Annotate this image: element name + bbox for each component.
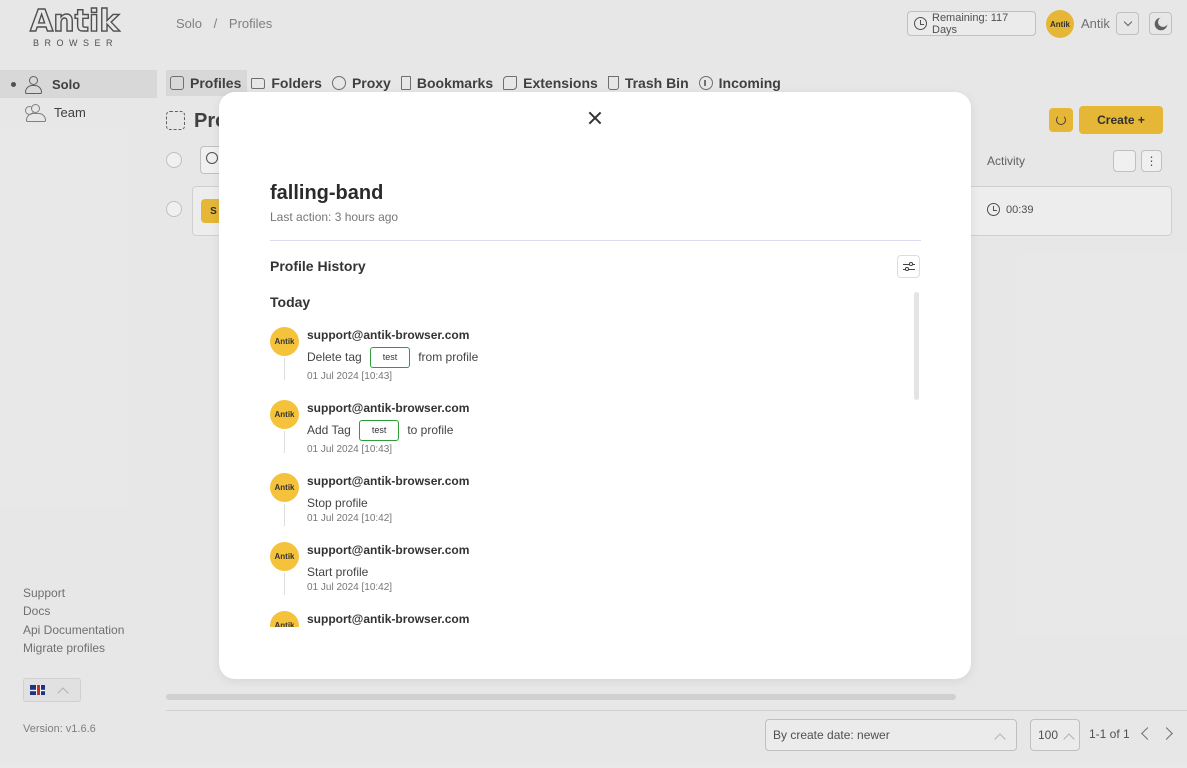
history-action: Stop profile (307, 493, 368, 513)
history-user-email: support@antik-browser.com (307, 328, 470, 342)
profile-history-modal: falling-band Last action: 3 hours ago Pr… (219, 92, 971, 679)
history-action-text: Delete tag (307, 350, 362, 364)
history-date: 01 Jul 2024 [10:42] (307, 582, 393, 593)
history-action: Delete tag test from profile (307, 346, 479, 368)
avatar: Antik (270, 400, 299, 429)
history-date: 01 Jul 2024 [10:43] (307, 371, 393, 382)
history-filter-button[interactable] (897, 255, 920, 278)
history-user-email: support@antik-browser.com (307, 474, 470, 488)
history-user-email: support@antik-browser.com (307, 543, 470, 557)
history-user-email: support@antik-browser.com (307, 612, 470, 626)
avatar: Antik (270, 327, 299, 356)
history-action-text-suffix: to profile (407, 423, 454, 437)
timeline-line (284, 358, 285, 380)
history-action-text: Add Tag (307, 423, 351, 437)
history-scrollbar[interactable] (914, 292, 919, 400)
avatar: Antik (270, 473, 299, 502)
history-action: Start profile (307, 562, 368, 582)
avatar: Antik (270, 542, 299, 571)
history-date: 01 Jul 2024 [10:43] (307, 444, 393, 455)
history-user-email: support@antik-browser.com (307, 401, 470, 415)
history-list: Antik support@antik-browser.com Delete t… (270, 92, 870, 627)
history-action-text: Stop profile (307, 496, 368, 510)
tag-badge: test (369, 346, 411, 368)
history-date: 01 Jul 2024 [10:42] (307, 513, 393, 524)
tag-badge: test (358, 419, 400, 441)
history-action-text-suffix: from profile (418, 350, 479, 364)
sliders-icon (903, 262, 915, 272)
timeline-line (284, 504, 285, 526)
timeline-line (284, 573, 285, 595)
history-action-text: Start profile (307, 565, 369, 579)
history-action: Add Tag test to profile (307, 419, 454, 441)
avatar: Antik (270, 611, 299, 627)
timeline-line (284, 431, 285, 453)
